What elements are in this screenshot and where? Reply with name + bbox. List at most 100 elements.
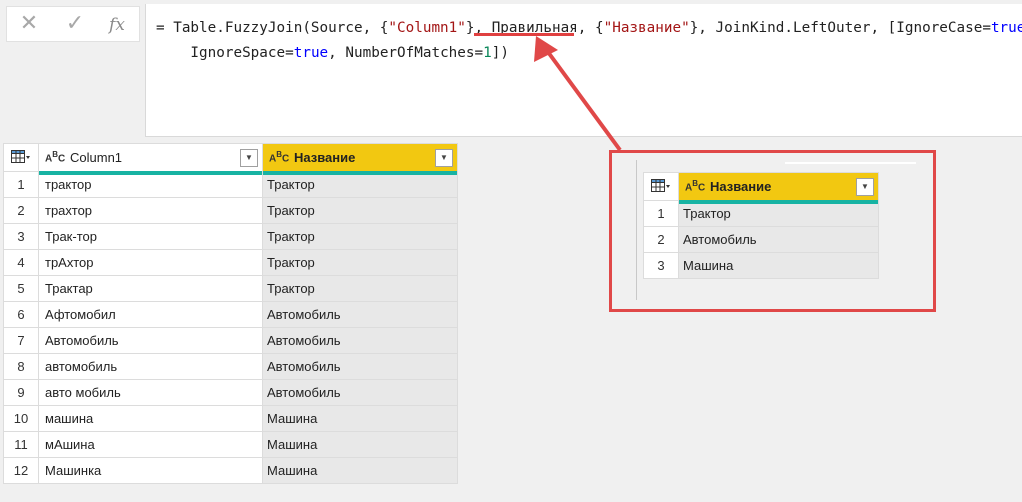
column-header-column1[interactable]: ABC Column1 ▼	[38, 143, 263, 175]
cell-column1[interactable]: трАхтор	[38, 249, 263, 276]
cell-name[interactable]: Трактор	[262, 171, 458, 198]
cell-name[interactable]: Автомобиль	[678, 226, 879, 253]
table-row[interactable]: 3 Трак-тор Трактор	[3, 223, 458, 250]
cell-column1[interactable]: Трак-тор	[38, 223, 263, 250]
formula-part: ])	[491, 45, 509, 61]
table-row[interactable]: 11 мАшина Машина	[3, 431, 458, 458]
table-row[interactable]: 2 трахтор Трактор	[3, 197, 458, 224]
table-row[interactable]: 5 Трактар Трактор	[3, 275, 458, 302]
cell-name[interactable]: Автомобиль	[262, 379, 458, 406]
table-row[interactable]: 3 Машина	[643, 252, 879, 279]
cell-column1[interactable]: трахтор	[38, 197, 263, 224]
filter-dropdown-button[interactable]: ▼	[856, 178, 874, 196]
cell-column1[interactable]: мАшина	[38, 431, 263, 458]
chevron-down-icon: ▼	[861, 182, 869, 191]
table-row[interactable]: 2 Автомобиль	[643, 226, 879, 253]
row-number: 6	[3, 301, 39, 328]
row-number: 8	[3, 353, 39, 380]
table-menu-cell[interactable]	[643, 172, 679, 201]
panel-top-line	[785, 162, 916, 164]
formula-string: "Column1"	[388, 20, 466, 36]
column-header-label: Column1	[70, 150, 123, 165]
table-row[interactable]: 8 автомобиль Автомобиль	[3, 353, 458, 380]
cancel-button[interactable]: ✕	[14, 8, 44, 38]
filter-dropdown-button[interactable]: ▼	[240, 149, 258, 167]
text-type-icon: ABC	[685, 179, 706, 194]
table-row[interactable]: 6 Афтомобил Автомобиль	[3, 301, 458, 328]
formula-bar-buttons: ✕ ✓ fx	[0, 0, 140, 50]
main-data-grid: ABC Column1 ▼ ABC Название ▼ 1 трактор Тра…	[3, 143, 458, 484]
column-quality-bar	[263, 171, 457, 175]
cell-name[interactable]: Машина	[262, 457, 458, 484]
table-row[interactable]: 4 трАхтор Трактор	[3, 249, 458, 276]
cell-name[interactable]: Трактор	[262, 223, 458, 250]
table-menu-cell[interactable]	[3, 143, 39, 172]
cell-name[interactable]: Трактор	[262, 197, 458, 224]
row-number: 7	[3, 327, 39, 354]
row-number: 4	[3, 249, 39, 276]
text-type-icon: ABC	[269, 150, 290, 165]
cell-name[interactable]: Машина	[262, 405, 458, 432]
cell-name[interactable]: Машина	[678, 252, 879, 279]
panel-divider	[636, 160, 637, 300]
cell-name[interactable]: Автомобиль	[262, 327, 458, 354]
filter-dropdown-button[interactable]: ▼	[435, 149, 453, 167]
cell-name[interactable]: Трактор	[678, 200, 879, 227]
cell-column1[interactable]: машина	[38, 405, 263, 432]
annotation-underline	[474, 33, 574, 36]
cell-name[interactable]: Трактор	[262, 249, 458, 276]
cell-column1[interactable]: Машинка	[38, 457, 263, 484]
column-header-label: Название	[710, 179, 772, 194]
close-icon: ✕	[19, 10, 39, 35]
table-row[interactable]: 1 Трактор	[643, 200, 879, 227]
cell-name[interactable]: Машина	[262, 431, 458, 458]
cell-name[interactable]: Автомобиль	[262, 301, 458, 328]
formula-keyword: true	[990, 20, 1022, 36]
insert-function-button[interactable]: fx	[102, 8, 132, 38]
column-header-label: Название	[294, 150, 356, 165]
row-number: 2	[643, 226, 679, 253]
column-quality-bar	[679, 200, 878, 204]
row-number: 2	[3, 197, 39, 224]
row-number: 5	[3, 275, 39, 302]
cell-name[interactable]: Автомобиль	[262, 353, 458, 380]
formula-part: }, JoinKind.LeftOuter, [IgnoreCase=	[689, 20, 991, 36]
table-row[interactable]: 10 машина Машина	[3, 405, 458, 432]
table-row[interactable]: 1 трактор Трактор	[3, 171, 458, 198]
formula-string: "Название"	[603, 20, 690, 36]
column-quality-bar	[39, 171, 262, 175]
row-number: 10	[3, 405, 39, 432]
table-row[interactable]: 7 Автомобиль Автомобиль	[3, 327, 458, 354]
check-icon: ✓	[65, 10, 85, 35]
cell-column1[interactable]: авто мобиль	[38, 379, 263, 406]
table-row[interactable]: 12 Машинка Машина	[3, 457, 458, 484]
row-number: 1	[643, 200, 679, 227]
column-header-name[interactable]: ABC Название ▼	[262, 143, 458, 175]
formula-number: 1	[483, 45, 492, 61]
cell-column1[interactable]: трактор	[38, 171, 263, 198]
reference-data-grid: ABC Название ▼ 1 Трактор 2 Автомобиль 3 Машин…	[643, 172, 879, 279]
row-number: 9	[3, 379, 39, 406]
formula-editor[interactable]: = Table.FuzzyJoin(Source, {"Column1"}, П…	[145, 4, 1022, 137]
table-menu-icon	[651, 179, 670, 192]
column-header-name[interactable]: ABC Название ▼	[678, 172, 879, 204]
formula-part: IgnoreSpace=	[156, 45, 294, 61]
cell-name[interactable]: Трактор	[262, 275, 458, 302]
table-row[interactable]: 9 авто мобиль Автомобиль	[3, 379, 458, 406]
row-number: 1	[3, 171, 39, 198]
formula-keyword: true	[293, 45, 329, 61]
cell-column1[interactable]: Автомобиль	[38, 327, 263, 354]
table-menu-icon	[11, 150, 30, 163]
row-number: 12	[3, 457, 39, 484]
chevron-down-icon: ▼	[245, 153, 253, 162]
cell-column1[interactable]: автомобиль	[38, 353, 263, 380]
fx-icon: fx	[109, 15, 125, 35]
row-number: 11	[3, 431, 39, 458]
row-number: 3	[3, 223, 39, 250]
cell-column1[interactable]: Афтомобил	[38, 301, 263, 328]
text-type-icon: ABC	[45, 150, 66, 165]
chevron-down-icon: ▼	[440, 153, 448, 162]
formula-part: = Table.FuzzyJoin(Source, {	[156, 20, 389, 36]
confirm-button[interactable]: ✓	[60, 8, 90, 38]
cell-column1[interactable]: Трактар	[38, 275, 263, 302]
